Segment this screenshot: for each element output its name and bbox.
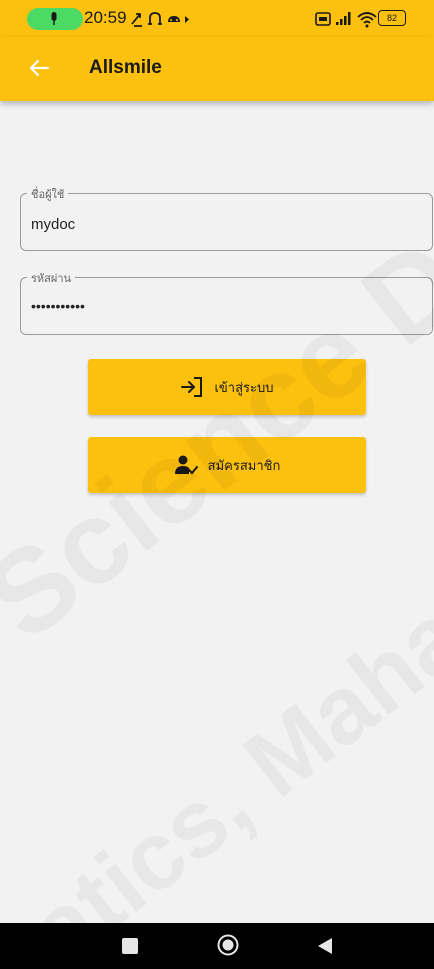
register-button-label: สมัครสมาชิก <box>207 458 281 474</box>
app-title: Allsmile <box>89 57 162 78</box>
app-bar: Allsmile <box>0 37 434 101</box>
username-label: ชื่อผู้ใช้ <box>27 185 69 203</box>
status-bar: 20:59 82 <box>0 0 434 37</box>
notification-icons <box>131 12 189 27</box>
status-time: 20:59 <box>84 8 127 27</box>
mic-icon <box>51 12 57 25</box>
arrow-left-icon[interactable] <box>28 57 50 79</box>
navigation-bar <box>0 923 434 969</box>
password-input[interactable]: ••••••••••• <box>31 298 85 314</box>
login-button[interactable]: เข้าสู่ระบบ <box>88 359 366 415</box>
login-button-label: เข้าสู่ระบบ <box>214 380 274 396</box>
username-input[interactable]: mydoc <box>31 216 75 233</box>
watermark-line-2: atics, Mahasarak <box>10 427 434 969</box>
battery-icon: 82 <box>378 10 406 26</box>
login-icon <box>181 377 203 397</box>
register-button[interactable]: สมัครสมาชิก <box>88 437 366 493</box>
password-label: รหัสผ่าน <box>27 269 76 287</box>
recents-button[interactable] <box>120 936 140 956</box>
back-button[interactable] <box>316 936 334 956</box>
mic-indicator[interactable] <box>27 8 83 30</box>
person-check-icon <box>174 455 198 475</box>
username-field[interactable]: ชื่อผู้ใช้ mydoc <box>20 185 433 251</box>
home-button[interactable] <box>216 933 240 957</box>
password-field[interactable]: รหัสผ่าน ••••••••••• <box>20 269 433 335</box>
